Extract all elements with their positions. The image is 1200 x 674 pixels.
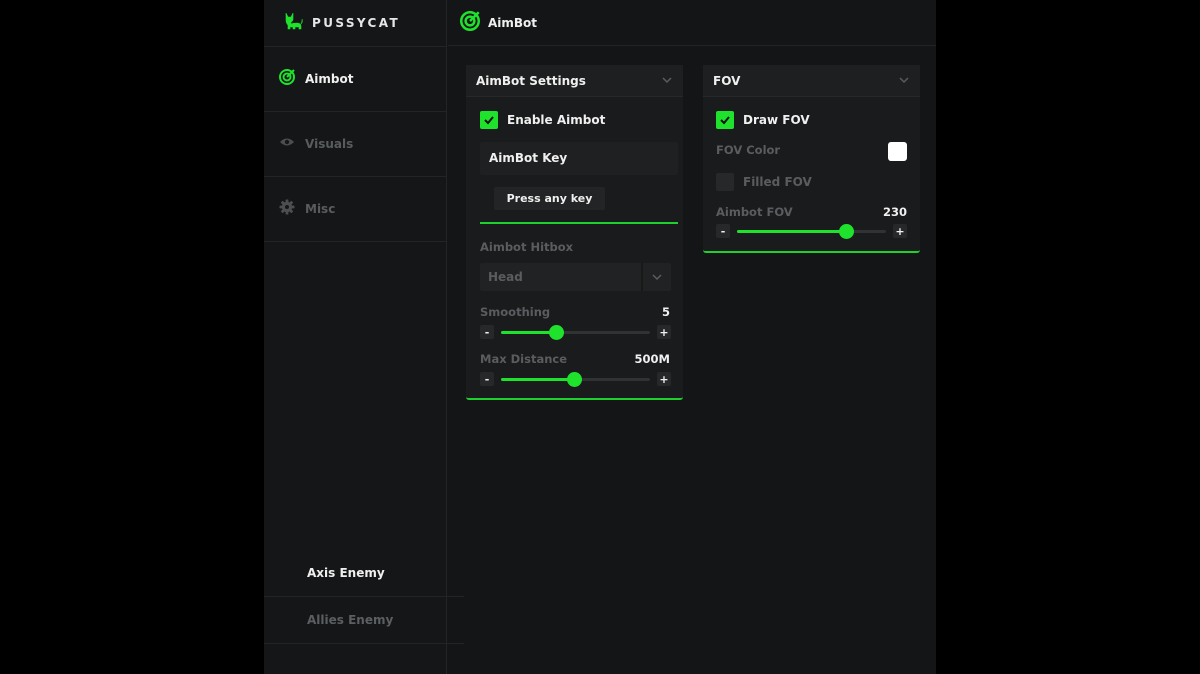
brand: PUSSYCAT	[264, 0, 446, 47]
press-key-button[interactable]: Press any key	[494, 187, 605, 210]
aimbot-fov-slider[interactable]: - +	[716, 224, 907, 239]
axis-enemy-tab[interactable]: Axis Enemy	[264, 550, 464, 597]
smoothing-label: Smoothing	[480, 305, 551, 319]
draw-fov-checkbox[interactable]	[716, 111, 734, 129]
fov-color-label: FOV Color	[716, 143, 781, 157]
page-title: AimBot	[488, 15, 538, 30]
sidebar-item-misc[interactable]: Misc	[264, 177, 446, 242]
enable-aimbot-checkbox[interactable]	[480, 111, 498, 129]
draw-fov-row[interactable]: Draw FOV	[716, 111, 810, 129]
enemy-filter-nav: Axis Enemy Allies Enemy	[264, 550, 464, 644]
slider-track[interactable]	[737, 224, 886, 239]
allies-enemy-tab[interactable]: Allies Enemy	[264, 597, 464, 644]
hitbox-value: Head	[488, 270, 523, 284]
decrease-button[interactable]: -	[716, 224, 730, 238]
sidebar: PUSSYCAT Aimbot Visuals Misc Axis Enemy …	[264, 0, 464, 674]
aim-radar-icon	[460, 10, 480, 35]
max-distance-slider[interactable]: - +	[480, 372, 671, 387]
enable-aimbot-label: Enable Aimbot	[507, 113, 606, 127]
fov-panel: FOV Draw FOV FOV Color Filled FOV Aimbot…	[703, 65, 920, 253]
panel-title: AimBot Settings	[476, 73, 586, 88]
chevron-down-icon[interactable]	[898, 71, 910, 90]
max-distance-label: Max Distance	[480, 352, 568, 366]
increase-button[interactable]: +	[657, 372, 671, 386]
slider-track[interactable]	[501, 372, 650, 387]
sidebar-item-aimbot[interactable]: Aimbot	[264, 47, 446, 112]
panel-title: FOV	[713, 73, 741, 88]
page-header: AimBot	[448, 0, 936, 46]
hitbox-label: Aimbot Hitbox	[480, 240, 574, 254]
gear-icon	[279, 199, 295, 219]
max-distance-value: 500M	[634, 352, 670, 366]
chevron-down-icon[interactable]	[661, 71, 673, 90]
increase-button[interactable]: +	[657, 325, 671, 339]
smoothing-value: 5	[661, 305, 670, 319]
sidebar-item-label: Visuals	[305, 137, 354, 151]
hitbox-select[interactable]: Head	[480, 263, 671, 291]
slider-track[interactable]	[501, 325, 650, 340]
increase-button[interactable]: +	[893, 224, 907, 238]
panel-header[interactable]: AimBot Settings	[466, 65, 683, 97]
draw-fov-label: Draw FOV	[743, 113, 810, 127]
smoothing-slider[interactable]: - +	[480, 325, 671, 340]
sidebar-item-label: Misc	[305, 202, 336, 216]
brand-name: PUSSYCAT	[312, 16, 401, 30]
aimbot-fov-value: 230	[882, 205, 907, 219]
slider-handle[interactable]	[567, 372, 582, 387]
filled-fov-label: Filled FOV	[743, 175, 812, 189]
divider	[480, 222, 678, 224]
eye-icon	[279, 134, 295, 154]
slider-fill	[501, 378, 574, 381]
enable-aimbot-row[interactable]: Enable Aimbot	[480, 111, 605, 129]
aimbot-key-group: AimBot Key	[480, 142, 678, 175]
slider-handle[interactable]	[549, 325, 565, 340]
aimbot-key-label: AimBot Key	[489, 151, 568, 165]
app-window: PUSSYCAT Aimbot Visuals Misc Axis Enemy …	[264, 0, 936, 674]
decrease-button[interactable]: -	[480, 325, 494, 339]
sidebar-item-label: Aimbot	[305, 72, 354, 86]
aimbot-fov-label: Aimbot FOV	[716, 205, 793, 219]
decrease-button[interactable]: -	[480, 372, 494, 386]
cat-logo-icon	[284, 12, 304, 34]
aimbot-settings-panel: AimBot Settings Enable Aimbot AimBot Key…	[466, 65, 683, 400]
filled-fov-checkbox[interactable]	[716, 173, 734, 191]
chevron-down-icon[interactable]	[641, 263, 671, 291]
sidebar-item-visuals[interactable]: Visuals	[264, 112, 446, 177]
slider-handle[interactable]	[838, 224, 854, 239]
slider-fill	[737, 230, 846, 233]
filled-fov-row[interactable]: Filled FOV	[716, 173, 812, 191]
slider-fill	[501, 331, 557, 334]
aim-radar-icon	[279, 69, 295, 89]
fov-color-swatch[interactable]	[888, 142, 907, 161]
panel-header[interactable]: FOV	[703, 65, 920, 97]
